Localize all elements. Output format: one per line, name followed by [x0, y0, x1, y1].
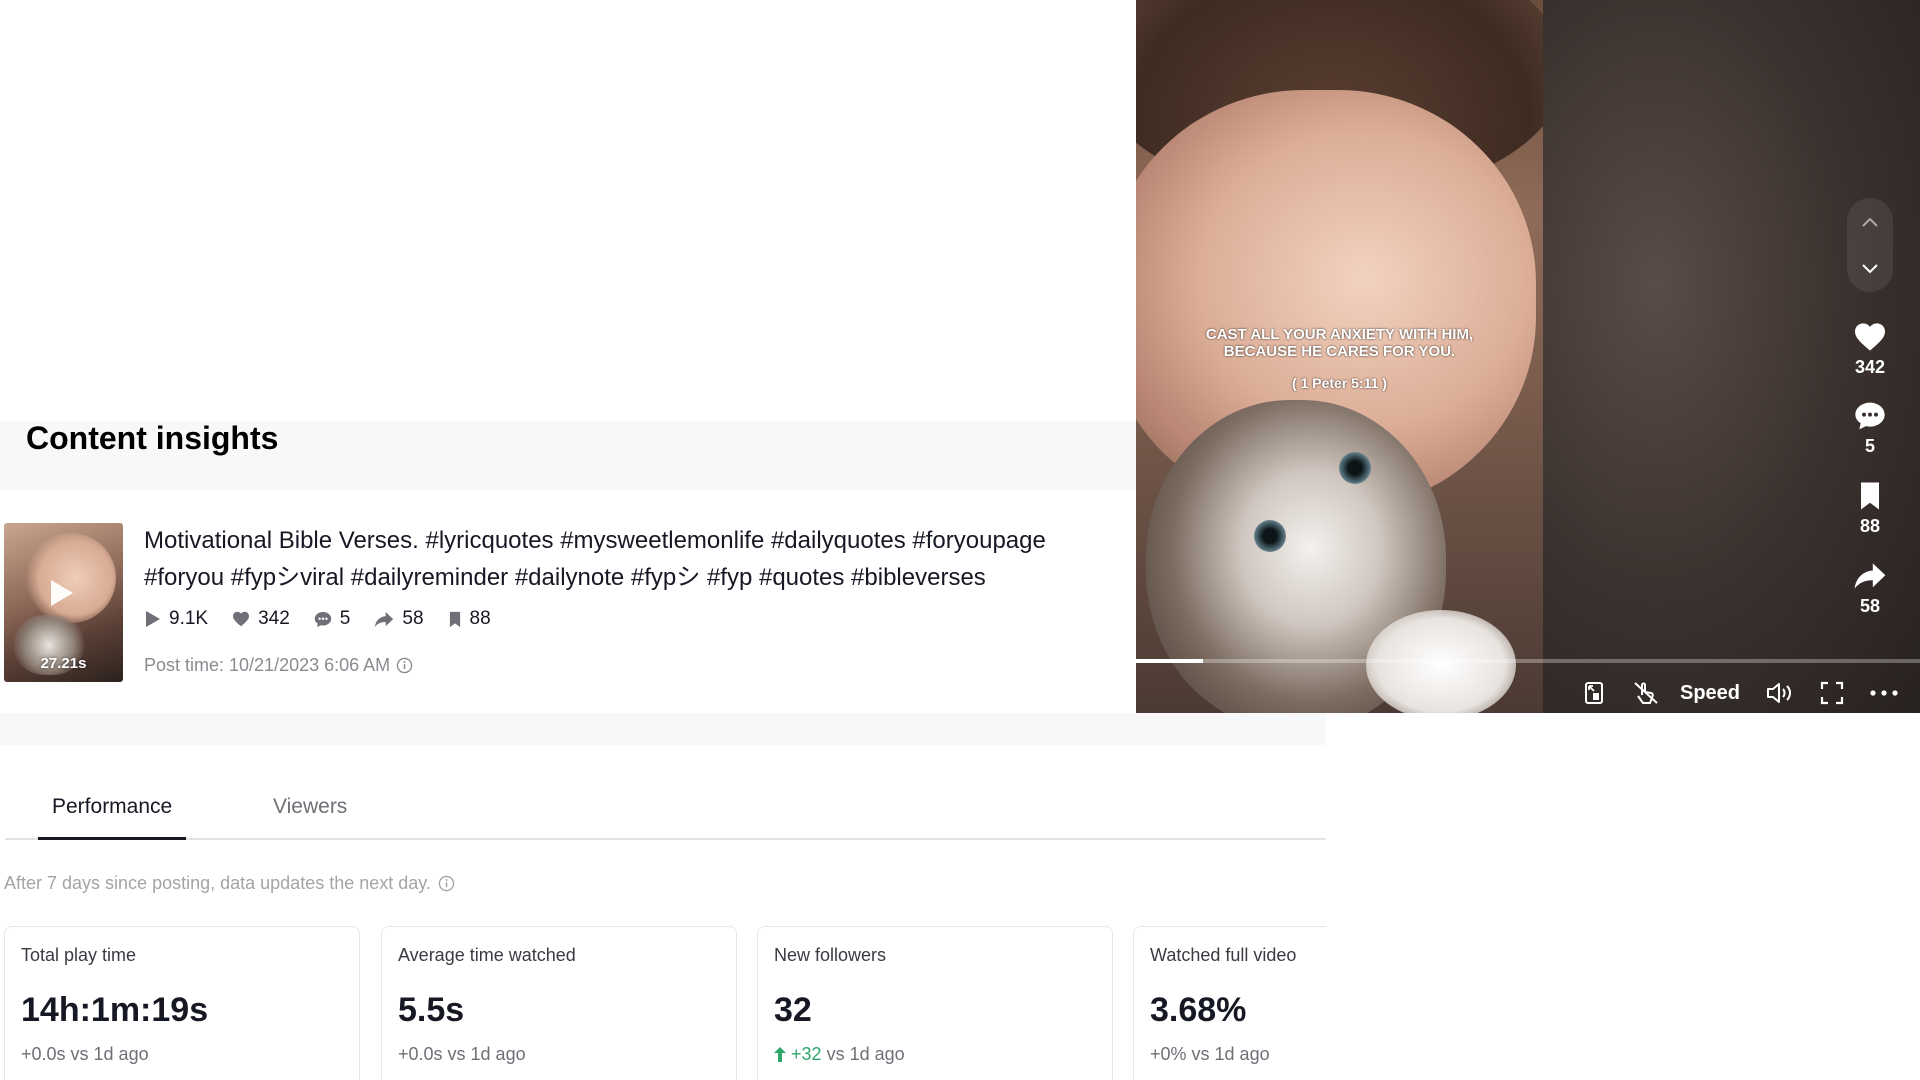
more-button[interactable]	[1862, 673, 1906, 713]
video-art-cat-eye	[1339, 452, 1371, 484]
shares-count: 58	[402, 608, 424, 629]
metric-delta: +32 vs 1d ago	[774, 1044, 905, 1065]
metric-label: New followers	[774, 945, 887, 965]
chevron-down-icon	[1862, 263, 1878, 273]
video-frame[interactable]: CAST ALL YOUR ANXIETY WITH HIM, BECAUSE …	[1136, 0, 1543, 713]
auto-scroll-icon	[1634, 682, 1658, 704]
video-caption-line: CAST ALL YOUR ANXIETY WITH HIM,	[1205, 326, 1474, 343]
play-icon	[51, 580, 73, 606]
video-caption-line: BECAUSE HE CARES FOR YOU.	[1223, 343, 1456, 360]
update-note-text: After 7 days since posting, data updates…	[4, 873, 431, 893]
more-icon	[1870, 690, 1898, 696]
metric-value: 14h:1m:19s	[21, 991, 209, 1029]
speed-label: Speed	[1679, 681, 1741, 704]
metric-card-watched-full-video[interactable]: Watched full video 3.68% +0% vs 1d ago	[1133, 926, 1326, 1080]
volume-button[interactable]	[1758, 673, 1802, 713]
info-icon[interactable]	[438, 875, 455, 892]
bookmark-icon	[449, 611, 460, 627]
heart-icon	[233, 611, 250, 627]
post-time: Post time: 10/21/2023 6:06 AM	[144, 655, 413, 676]
metric-cards: Total play time 14h:1m:19s +0.0s vs 1d a…	[0, 900, 1326, 1080]
post-caption: Motivational Bible Verses. #lyricquotes …	[144, 527, 1046, 591]
share-count: 58	[1859, 596, 1881, 616]
post-time-text: Post time: 10/21/2023 6:06 AM	[144, 655, 391, 675]
metric-delta-value: +32	[791, 1044, 822, 1064]
share-button[interactable]	[1840, 556, 1900, 596]
comment-icon	[314, 611, 332, 627]
tab-viewers[interactable]: Viewers	[259, 780, 361, 838]
save-count: 88	[1859, 516, 1881, 536]
comments-count: 5	[339, 608, 351, 629]
metric-delta: +0.0s vs 1d ago	[21, 1044, 149, 1064]
update-note: After 7 days since posting, data updates…	[4, 873, 455, 894]
metric-value: 3.68%	[1150, 991, 1247, 1029]
video-player[interactable]: CAST ALL YOUR ANXIETY WITH HIM, BECAUSE …	[1136, 0, 1920, 713]
chevron-up-icon	[1862, 217, 1878, 227]
tab-bar: Performance Viewers	[5, 780, 1326, 840]
metric-label: Total play time	[21, 945, 137, 965]
thumbnail-duration: 27.21s	[40, 655, 87, 672]
stat-comments: 5	[314, 608, 351, 630]
comment-button[interactable]	[1840, 396, 1900, 436]
fullscreen-icon	[1820, 681, 1844, 705]
speed-button[interactable]: Speed	[1672, 673, 1748, 713]
metric-label: Average time watched	[398, 945, 576, 965]
metric-delta-suffix: vs 1d ago	[821, 1044, 905, 1064]
post-stats: 9.1K 342 5 58 88	[144, 607, 515, 631]
bookmark-icon	[1861, 482, 1879, 510]
metric-card-total-play-time[interactable]: Total play time 14h:1m:19s +0.0s vs 1d a…	[4, 926, 360, 1080]
video-caption: CAST ALL YOUR ANXIETY WITH HIM, BECAUSE …	[1136, 326, 1543, 360]
arrow-up-icon	[774, 1047, 786, 1062]
section-divider	[0, 713, 1326, 745]
metric-label: Watched full video	[1150, 945, 1297, 965]
stat-saves: 88	[448, 608, 491, 630]
next-video-button[interactable]	[1847, 245, 1893, 292]
video-verse-reference: ( 1 Peter 5:11 )	[1292, 375, 1387, 391]
heart-icon	[1855, 323, 1885, 351]
stat-shares: 58	[374, 608, 424, 630]
metric-delta: +0% vs 1d ago	[1150, 1044, 1270, 1064]
save-button[interactable]	[1840, 476, 1900, 516]
metric-value: 32	[774, 991, 812, 1029]
comment-count: 5	[1864, 436, 1875, 456]
metric-card-new-followers[interactable]: New followers 32 +32 vs 1d ago	[757, 926, 1113, 1080]
stat-views: 9.1K	[144, 608, 208, 630]
metric-card-average-time-watched[interactable]: Average time watched 5.5s +0.0s vs 1d ag…	[381, 926, 737, 1080]
info-icon[interactable]	[396, 657, 413, 674]
metric-delta: +0.0s vs 1d ago	[398, 1044, 526, 1064]
thumbnail-art-face	[26, 533, 116, 623]
save-action: 88	[1840, 476, 1900, 536]
likes-count: 342	[258, 608, 290, 629]
stat-likes: 342	[232, 608, 290, 630]
page-title: Content insights	[26, 420, 279, 456]
share-icon	[1854, 563, 1886, 589]
fullscreen-button[interactable]	[1812, 673, 1852, 713]
comment-action: 5	[1840, 396, 1900, 456]
like-action: 342	[1840, 317, 1900, 377]
metric-value: 5.5s	[398, 991, 465, 1029]
pip-button[interactable]	[1576, 673, 1612, 713]
play-icon	[146, 611, 160, 627]
previous-video-button[interactable]	[1847, 198, 1893, 245]
saves-count: 88	[469, 608, 491, 629]
share-icon	[375, 611, 394, 627]
pip-icon	[1585, 682, 1603, 704]
progress-fill	[1136, 659, 1203, 663]
auto-scroll-button[interactable]	[1626, 673, 1666, 713]
video-art-cat-eye	[1254, 520, 1286, 552]
player-controls: Speed	[1136, 673, 1920, 713]
like-count: 342	[1854, 357, 1886, 377]
share-action: 58	[1840, 556, 1900, 616]
video-navigation	[1847, 198, 1893, 292]
tab-performance[interactable]: Performance	[38, 780, 187, 840]
views-count: 9.1K	[169, 608, 209, 629]
volume-icon	[1767, 683, 1791, 703]
like-button[interactable]	[1840, 317, 1900, 357]
video-thumbnail[interactable]: 27.21s	[4, 523, 123, 682]
comment-icon	[1855, 402, 1885, 430]
progress-bar[interactable]	[1136, 659, 1920, 663]
